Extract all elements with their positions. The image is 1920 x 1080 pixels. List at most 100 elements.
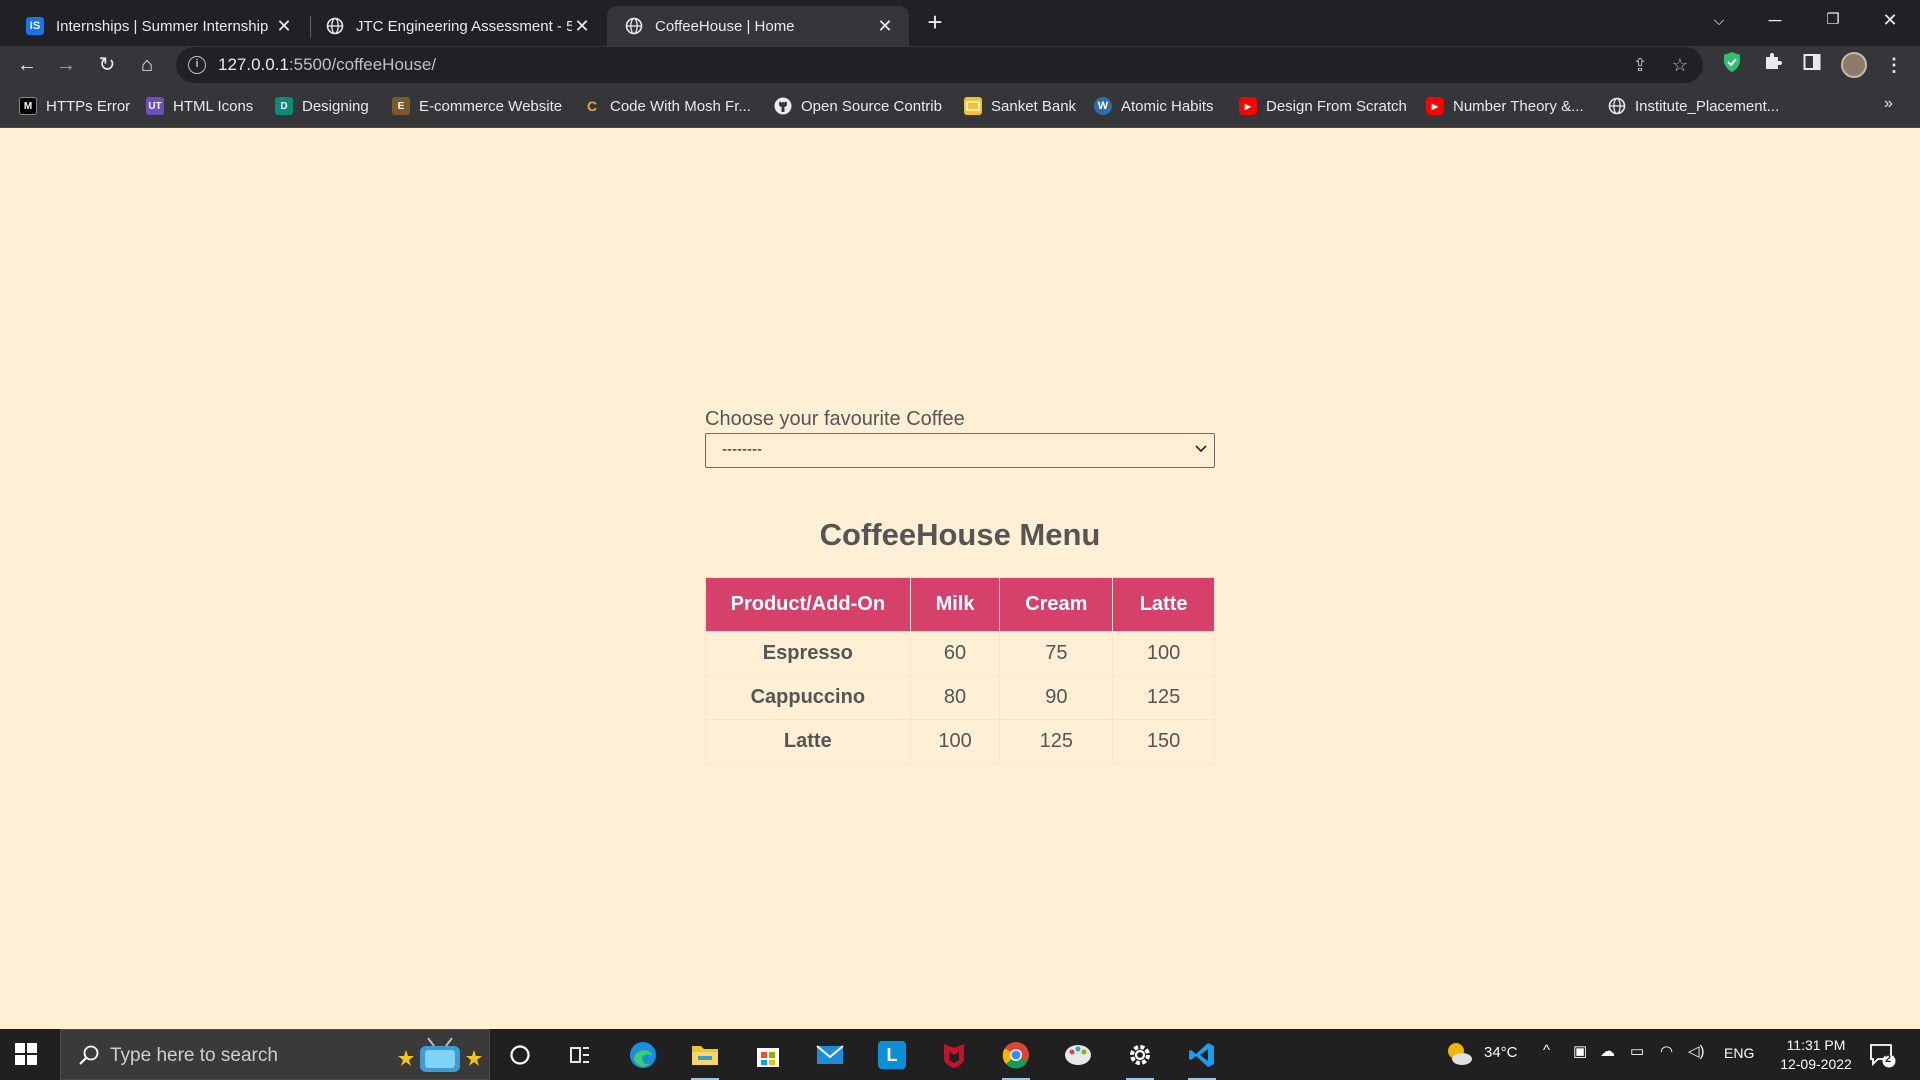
bookmark-https-error[interactable]: M HTTPs Error <box>19 95 130 117</box>
site-info-icon[interactable]: i <box>188 56 206 74</box>
bookmarks-bar: M HTTPs Error UT HTML Icons D Designing … <box>0 84 1920 128</box>
search-placeholder: Type here to search <box>110 1045 278 1066</box>
menu-kebab-icon[interactable]: ⋮ <box>1880 51 1908 79</box>
reload-button[interactable]: ↻ <box>91 49 123 81</box>
address-bar[interactable]: i 127.0.0.1:5500/coffeeHouse/ ⇪ ☆ <box>176 47 1703 83</box>
bookmark-designing[interactable]: D Designing <box>275 95 369 117</box>
tab-jtc-assessment[interactable]: JTC Engineering Assessment - 5.p ✕ <box>308 6 606 46</box>
browser-toolbar: ← → ↻ ⌂ i 127.0.0.1:5500/coffeeHouse/ ⇪ … <box>0 46 1920 84</box>
tab-title: JTC Engineering Assessment - 5.p <box>356 17 572 35</box>
tab-internships[interactable]: IS Internships | Summer Internship ✕ <box>8 6 308 46</box>
bookmark-design-from-scratch[interactable]: ▶ Design From Scratch <box>1239 95 1407 117</box>
youtube-icon: ▶ <box>1239 97 1257 115</box>
search-icon <box>79 1045 99 1065</box>
bookmark-atomic-habits[interactable]: W Atomic Habits <box>1094 95 1214 117</box>
more-bookmarks-button[interactable]: » <box>1884 95 1893 113</box>
github-icon <box>774 97 792 115</box>
chevron-up-icon[interactable]: ^ <box>1543 1042 1550 1059</box>
meet-now-icon[interactable]: ▣ <box>1573 1042 1587 1060</box>
share-icon[interactable]: ⇪ <box>1628 53 1652 77</box>
bookmark-label: Designing <box>302 97 369 115</box>
home-button[interactable]: ⌂ <box>131 49 163 81</box>
forward-button[interactable]: → <box>50 49 82 81</box>
bookmark-code-with-mosh[interactable]: C Code With Mosh Fr... <box>583 95 751 117</box>
cortana-icon[interactable] <box>500 1036 540 1074</box>
medium-icon: M <box>19 97 37 115</box>
bookmark-label: HTTPs Error <box>46 97 131 115</box>
shield-extension-icon[interactable] <box>1718 51 1746 79</box>
table-row: Cappuccino 80 90 125 <box>705 675 1215 720</box>
linkedin-learning-icon[interactable]: L <box>872 1036 912 1074</box>
bookmark-label: Sanket Bank <box>991 97 1077 115</box>
wifi-icon[interactable]: ◠ <box>1660 1042 1673 1060</box>
uitemplates-icon: UT <box>146 97 164 115</box>
mail-icon[interactable] <box>810 1036 850 1074</box>
minimize-button[interactable]: ─ <box>1752 4 1798 36</box>
mcafee-icon[interactable] <box>934 1036 974 1074</box>
url-host: 127.0.0.1 <box>218 55 289 74</box>
paint-icon[interactable] <box>1058 1036 1098 1074</box>
restore-button[interactable]: ❐ <box>1810 4 1856 36</box>
weather-temperature[interactable]: 34°C <box>1484 1044 1518 1061</box>
settings-gear-icon[interactable] <box>1120 1036 1160 1080</box>
close-tab-icon[interactable]: ✕ <box>572 16 592 37</box>
bookmark-label: Atomic Habits <box>1121 97 1214 115</box>
chrome-icon[interactable] <box>996 1036 1036 1080</box>
bookmark-number-theory[interactable]: ▶ Number Theory &... <box>1426 95 1584 117</box>
close-tab-icon[interactable]: ✕ <box>274 16 294 37</box>
notification-count: 2 <box>1885 1053 1892 1065</box>
price-cell: 80 <box>909 675 1001 720</box>
bookmark-label: Institute_Placement... <box>1635 97 1780 115</box>
notification-center-icon[interactable]: 2 <box>1868 1041 1896 1069</box>
back-button[interactable]: ← <box>11 49 43 81</box>
microsoft-store-icon[interactable] <box>748 1036 788 1074</box>
tab-coffeehouse[interactable]: CoffeeHouse | Home ✕ <box>607 6 909 46</box>
folder-icon <box>964 97 982 115</box>
windows-start-icon[interactable] <box>14 1042 38 1066</box>
column-header: Product/Add-On <box>705 577 911 632</box>
table-header-row: Product/Add-On Milk Cream Latte <box>705 577 1215 632</box>
extensions-puzzle-icon[interactable] <box>1759 51 1787 79</box>
vscode-icon[interactable] <box>1182 1036 1222 1080</box>
bookmark-label: Open Source Contrib <box>801 97 942 115</box>
bookmark-sanket-bank[interactable]: Sanket Bank <box>964 95 1076 117</box>
bookmark-ecommerce-website[interactable]: E E-commerce Website <box>392 95 562 117</box>
bookmark-label: Design From Scratch <box>1266 97 1407 115</box>
column-header: Latte <box>1112 577 1215 632</box>
onedrive-cloud-icon[interactable]: ☁ <box>1600 1042 1615 1060</box>
task-view-icon[interactable] <box>560 1036 600 1074</box>
coffee-menu-table: Product/Add-On Milk Cream Latte Espresso… <box>705 577 1215 764</box>
display-icon[interactable]: ▭ <box>1630 1042 1644 1060</box>
url-text[interactable]: 127.0.0.1:5500/coffeeHouse/ <box>218 55 436 75</box>
coffee-select[interactable]: -------- <box>705 433 1215 468</box>
bookmark-institute-placement[interactable]: Institute_Placement... <box>1608 95 1779 117</box>
menu-heading: CoffeeHouse Menu <box>819 517 1101 552</box>
side-panel-icon[interactable] <box>1798 51 1826 79</box>
bookmark-html-icons[interactable]: UT HTML Icons <box>146 95 253 117</box>
product-name: Latte <box>705 719 911 764</box>
profile-avatar[interactable] <box>1841 52 1867 78</box>
wordpress-icon: W <box>1094 97 1112 115</box>
globe-icon <box>326 17 344 35</box>
column-header: Cream <box>999 577 1114 632</box>
bookmark-label: Code With Mosh Fr... <box>610 97 751 115</box>
file-explorer-icon[interactable] <box>685 1036 725 1080</box>
bookmark-open-source-contrib[interactable]: Open Source Contrib <box>774 95 942 117</box>
tab-title: CoffeeHouse | Home <box>655 17 795 35</box>
browser-tab-bar: IS Internships | Summer Internship ✕ JTC… <box>0 0 1920 46</box>
close-window-button[interactable]: ✕ <box>1867 4 1913 36</box>
language-indicator[interactable]: ENG <box>1724 1045 1754 1061</box>
price-cell: 100 <box>909 719 1001 764</box>
close-tab-icon[interactable]: ✕ <box>875 16 895 37</box>
weather-icon[interactable] <box>1444 1039 1474 1071</box>
tab-search-chevron-icon[interactable]: ⌵ <box>1696 4 1742 36</box>
taskbar-clock[interactable]: 11:31 PM 12-09-2022 <box>1768 1036 1864 1074</box>
new-tab-button[interactable]: + <box>923 8 947 36</box>
coffee-select-label: Choose your favourite Coffee <box>705 408 965 430</box>
bookmark-star-icon[interactable]: ☆ <box>1668 53 1692 77</box>
price-cell: 90 <box>999 675 1114 720</box>
edge-browser-icon[interactable] <box>623 1036 663 1074</box>
chevron-down-icon <box>1195 445 1207 453</box>
taskbar-search-box[interactable]: Type here to search <box>60 1029 490 1080</box>
volume-icon[interactable]: ◁) <box>1688 1042 1705 1060</box>
